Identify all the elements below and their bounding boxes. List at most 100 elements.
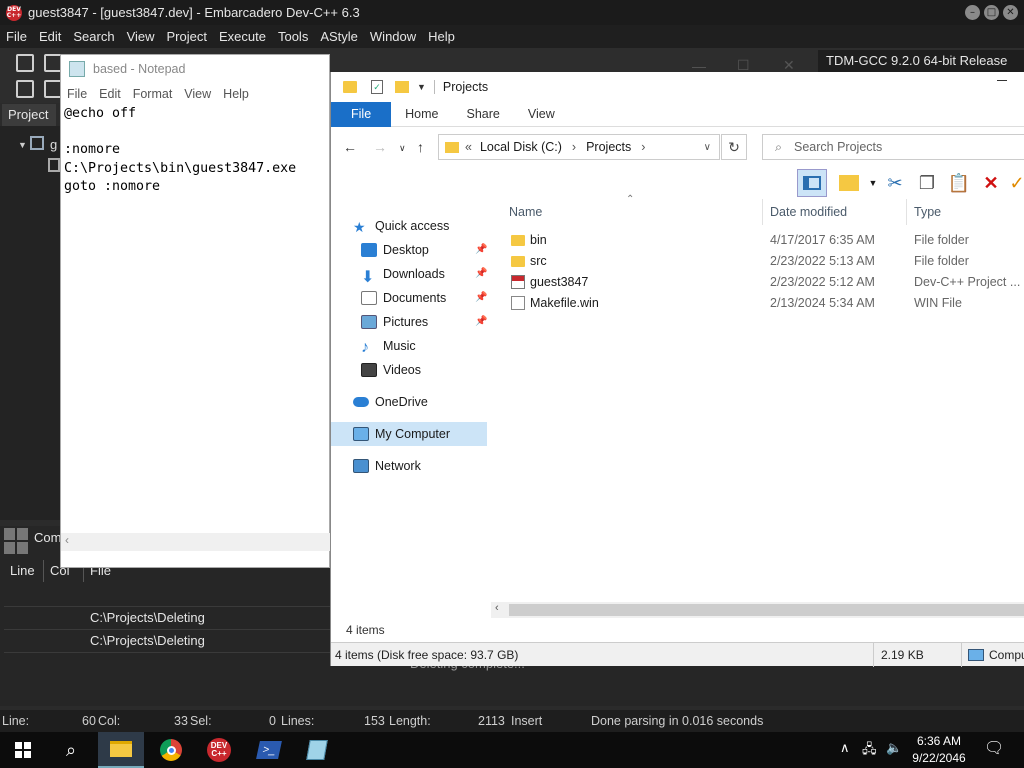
- sidebar-item-quick-access[interactable]: ★ Quick access: [353, 214, 449, 238]
- status-col-value: 33: [174, 714, 188, 728]
- file-row-bin[interactable]: bin 4/17/2017 6:35 AM File folder: [496, 230, 1024, 251]
- breadcrumb-projects[interactable]: Projects: [586, 140, 631, 154]
- tree-expand-icon[interactable]: ▼: [18, 140, 27, 150]
- table-row[interactable]: C:\Projects\Deleting: [84, 633, 211, 648]
- menu-edit[interactable]: Edit: [33, 29, 67, 44]
- chevron-down-icon[interactable]: ▼: [861, 172, 885, 194]
- taskbar-file-explorer[interactable]: [98, 732, 144, 768]
- taskbar-notepad[interactable]: [294, 732, 340, 768]
- close-button[interactable]: ✕: [1003, 5, 1018, 20]
- taskbar-powershell[interactable]: >_: [246, 732, 292, 768]
- chevron-down-icon[interactable]: ▼: [417, 82, 426, 92]
- paste-icon[interactable]: 📋: [947, 172, 971, 194]
- volume-icon[interactable]: 🔈: [886, 740, 902, 756]
- notepad-menu-edit[interactable]: Edit: [93, 87, 127, 101]
- sidebar-item-onedrive[interactable]: OneDrive: [353, 390, 428, 414]
- preview-pane-icon[interactable]: [797, 169, 827, 197]
- checkmark-icon[interactable]: ✓: [1005, 172, 1024, 194]
- navigation-pane: ★ Quick access Desktop 📌 ⬇ Downloads 📌 D…: [331, 202, 491, 622]
- tab-compiler[interactable]: Com: [34, 530, 61, 545]
- cut-icon[interactable]: ✂: [883, 172, 907, 194]
- col-line[interactable]: Line: [4, 560, 44, 582]
- minimize-button[interactable]: –: [965, 5, 980, 20]
- column-header-date[interactable]: Date modified: [770, 205, 847, 219]
- new-folder-icon[interactable]: [837, 172, 861, 194]
- taskbar-clock[interactable]: 6:36 AM 9/22/2046: [906, 732, 972, 768]
- start-button[interactable]: [0, 732, 46, 768]
- refresh-button[interactable]: ↻: [721, 134, 747, 160]
- sidebar-item-label: Videos: [383, 363, 421, 377]
- tab-home[interactable]: Home: [391, 102, 452, 127]
- sidebar-item-pictures[interactable]: Pictures: [361, 310, 428, 334]
- file-list-scrollbar[interactable]: ‹: [491, 602, 1024, 618]
- tab-project[interactable]: Project: [2, 104, 56, 126]
- project-node-icon[interactable]: [30, 136, 44, 150]
- menu-file[interactable]: File: [0, 29, 33, 44]
- sidebar-item-desktop[interactable]: Desktop: [361, 238, 429, 262]
- notepad-menu-view[interactable]: View: [178, 87, 217, 101]
- breadcrumb-local-disk[interactable]: Local Disk (C:): [480, 140, 562, 154]
- address-dropdown-icon[interactable]: ∨: [704, 142, 711, 153]
- search-icon[interactable]: ⌕: [48, 732, 94, 768]
- sidebar-item-downloads[interactable]: ⬇ Downloads: [361, 262, 445, 286]
- compiler-select[interactable]: TDM-GCC 9.2.0 64-bit Release: [818, 50, 1024, 72]
- new-folder-icon[interactable]: [395, 81, 409, 93]
- copy-icon[interactable]: ❐: [915, 172, 939, 194]
- sidebar-item-music[interactable]: ♪ Music: [361, 334, 416, 358]
- sidebar-item-videos[interactable]: Videos: [361, 358, 421, 382]
- network-status-icon[interactable]: 🖧: [862, 740, 877, 762]
- address-overflow[interactable]: «: [465, 140, 472, 154]
- project-icon[interactable]: [16, 80, 34, 98]
- tab-share[interactable]: Share: [453, 102, 514, 127]
- notepad-text-area[interactable]: @echo off :nomore C:\Projects\bin\guest3…: [64, 105, 331, 535]
- menu-view[interactable]: View: [121, 29, 161, 44]
- chevron-up-icon[interactable]: ∧: [840, 740, 850, 756]
- scroll-left-icon[interactable]: ‹: [495, 602, 499, 614]
- menu-search[interactable]: Search: [67, 29, 120, 44]
- column-header-name[interactable]: Name: [509, 205, 542, 219]
- file-row-makefile[interactable]: Makefile.win 2/13/2024 5:34 AM WIN File: [496, 293, 1024, 314]
- menu-astyle[interactable]: AStyle: [314, 29, 364, 44]
- table-row[interactable]: C:\Projects\Deleting: [84, 610, 211, 625]
- scrollbar-thumb[interactable]: [509, 604, 1024, 616]
- taskbar-devcpp[interactable]: DEV C++: [196, 732, 242, 768]
- new-file-icon[interactable]: [16, 54, 34, 72]
- menu-execute[interactable]: Execute: [213, 29, 272, 44]
- properties-icon[interactable]: ✓: [371, 80, 383, 94]
- menu-window[interactable]: Window: [364, 29, 422, 44]
- notepad-menu-file[interactable]: File: [61, 87, 93, 101]
- explorer-statusbar: 4 items (Disk free space: 93.7 GB) 2.19 …: [331, 642, 1024, 667]
- tab-file[interactable]: File: [331, 101, 392, 127]
- forward-arrow-icon[interactable]: →: [373, 139, 387, 155]
- file-row-guest3847[interactable]: guest3847 2/23/2022 5:12 AM Dev-C++ Proj…: [496, 272, 1024, 293]
- search-input[interactable]: Search Projects: [794, 140, 882, 154]
- sidebar-item-label: Downloads: [383, 267, 445, 281]
- search-box[interactable]: ⌕ Search Projects: [762, 134, 1024, 160]
- sidebar-item-network[interactable]: Network: [353, 454, 421, 478]
- notification-icon[interactable]: 🗨: [984, 738, 1004, 758]
- menu-tools[interactable]: Tools: [272, 29, 314, 44]
- address-bar[interactable]: « Local Disk (C:) › Projects › ∨: [438, 134, 720, 160]
- file-row-src[interactable]: src 2/23/2022 5:13 AM File folder: [496, 251, 1024, 272]
- delete-icon[interactable]: ✕: [979, 172, 1003, 194]
- recent-locations-icon[interactable]: ∨: [399, 143, 406, 154]
- file-node-icon[interactable]: [48, 158, 60, 172]
- project-node-label[interactable]: g: [50, 137, 57, 152]
- devcpp-statusbar: Line: 60 Col: 33 Sel: 0 Lines: 153 Lengt…: [0, 710, 1024, 732]
- menu-project[interactable]: Project: [161, 29, 213, 44]
- column-header-type[interactable]: Type: [914, 205, 941, 219]
- back-arrow-icon[interactable]: ←: [343, 139, 357, 155]
- maximize-button[interactable]: □: [984, 5, 999, 20]
- taskbar-chrome[interactable]: [148, 732, 194, 768]
- file-icon: [511, 296, 525, 310]
- notepad-menu-help[interactable]: Help: [217, 87, 255, 101]
- compiler-tab-icon[interactable]: [4, 528, 28, 554]
- sidebar-item-my-computer[interactable]: My Computer: [331, 422, 487, 446]
- tab-view[interactable]: View: [514, 102, 569, 127]
- notepad-menu-format[interactable]: Format: [127, 87, 179, 101]
- notepad-scrollbar[interactable]: ‹: [61, 533, 331, 551]
- sidebar-item-documents[interactable]: Documents: [361, 286, 446, 310]
- explorer-minimize-button[interactable]: [997, 80, 1007, 81]
- up-arrow-icon[interactable]: ↑: [417, 139, 424, 155]
- menu-help[interactable]: Help: [422, 29, 461, 44]
